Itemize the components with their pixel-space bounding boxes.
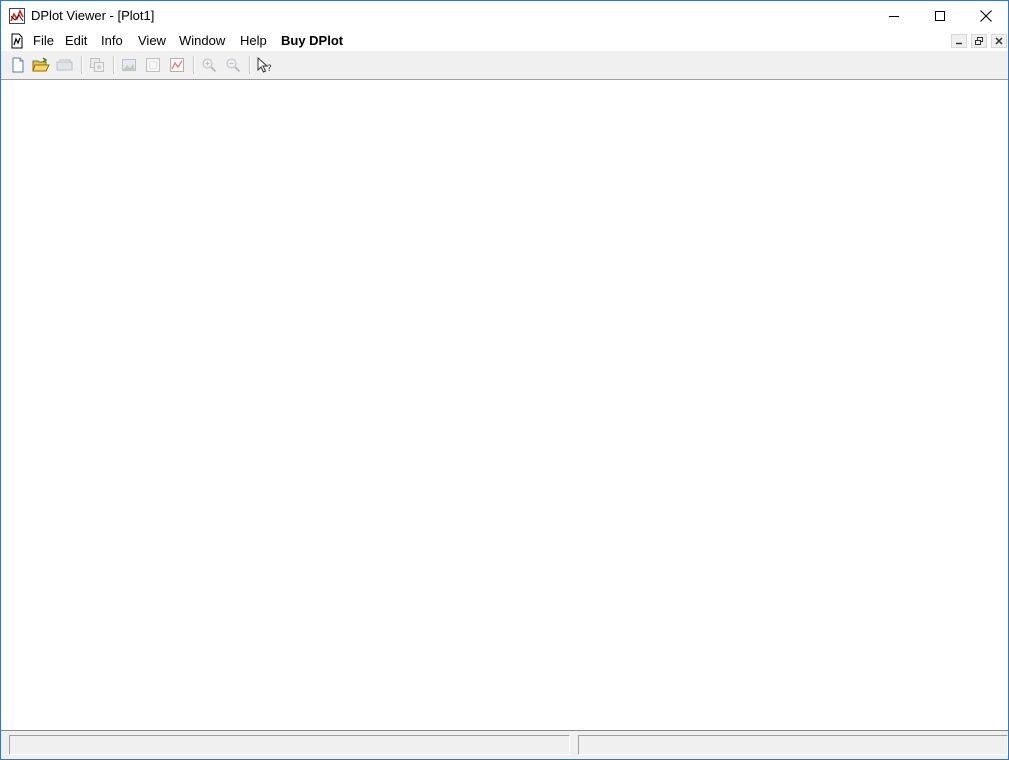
picture-icon [122, 59, 136, 71]
new-document-icon [12, 57, 24, 73]
toolbar-separator [81, 56, 83, 74]
plot-client-area[interactable] [1, 80, 1008, 731]
close-icon [980, 10, 992, 22]
mdi-restore-icon [975, 37, 983, 45]
mdi-minimize-icon [956, 42, 962, 45]
close-button[interactable] [963, 1, 1008, 31]
mdi-minimize-button[interactable] [951, 34, 967, 48]
pointer-help-icon: ? [257, 57, 272, 73]
maximize-button[interactable] [917, 1, 963, 31]
open-recent-button[interactable] [56, 56, 74, 74]
zoom-in-icon [202, 58, 217, 73]
minimize-button[interactable] [871, 1, 917, 31]
mdi-close-icon [995, 37, 1003, 45]
dplot-app-icon[interactable] [9, 8, 25, 24]
menu-help[interactable]: Help [239, 33, 268, 49]
new-document-button[interactable] [9, 56, 27, 74]
status-pane-left [9, 735, 570, 755]
menu-bar: File Edit Info View Window Help Buy DPlo… [1, 31, 1008, 51]
frame-button[interactable] [144, 56, 162, 74]
menu-view[interactable]: View [137, 33, 167, 49]
toolbar: ? [1, 51, 1008, 80]
app-window: DPlot Viewer - [Plot1] File Edit Info Vi… [0, 0, 1009, 760]
toolbar-separator [113, 56, 115, 74]
status-bar [1, 730, 1008, 759]
picture-button[interactable] [120, 56, 138, 74]
menu-buy-dplot[interactable]: Buy DPlot [280, 33, 344, 49]
document-icon[interactable] [9, 33, 25, 49]
zoom-out-icon [226, 58, 241, 73]
toolbar-separator [249, 56, 251, 74]
copy-image-button[interactable] [88, 56, 106, 74]
chart-button[interactable] [168, 56, 186, 74]
open-folder-icon [32, 57, 50, 72]
maximize-icon [935, 11, 945, 21]
mdi-close-button[interactable] [991, 34, 1007, 48]
menu-info[interactable]: Info [100, 33, 124, 49]
pointer-help-button[interactable]: ? [256, 56, 274, 74]
status-pane-right [578, 735, 1008, 755]
svg-text:?: ? [267, 64, 272, 73]
window-title: DPlot Viewer - [Plot1] [31, 8, 155, 23]
minimize-icon [889, 16, 899, 17]
open-recent-icon [56, 59, 73, 71]
open-folder-button[interactable] [32, 56, 50, 74]
title-bar[interactable]: DPlot Viewer - [Plot1] [1, 1, 1008, 31]
zoom-out-button[interactable] [224, 56, 242, 74]
mdi-restore-button[interactable] [971, 34, 987, 48]
toolbar-separator [193, 56, 195, 74]
menu-file[interactable]: File [32, 33, 55, 49]
menu-edit[interactable]: Edit [64, 33, 88, 49]
copy-image-icon [90, 58, 104, 72]
menu-window[interactable]: Window [178, 33, 226, 49]
zoom-in-button[interactable] [200, 56, 218, 74]
frame-icon [146, 58, 160, 72]
chart-icon [170, 58, 184, 72]
